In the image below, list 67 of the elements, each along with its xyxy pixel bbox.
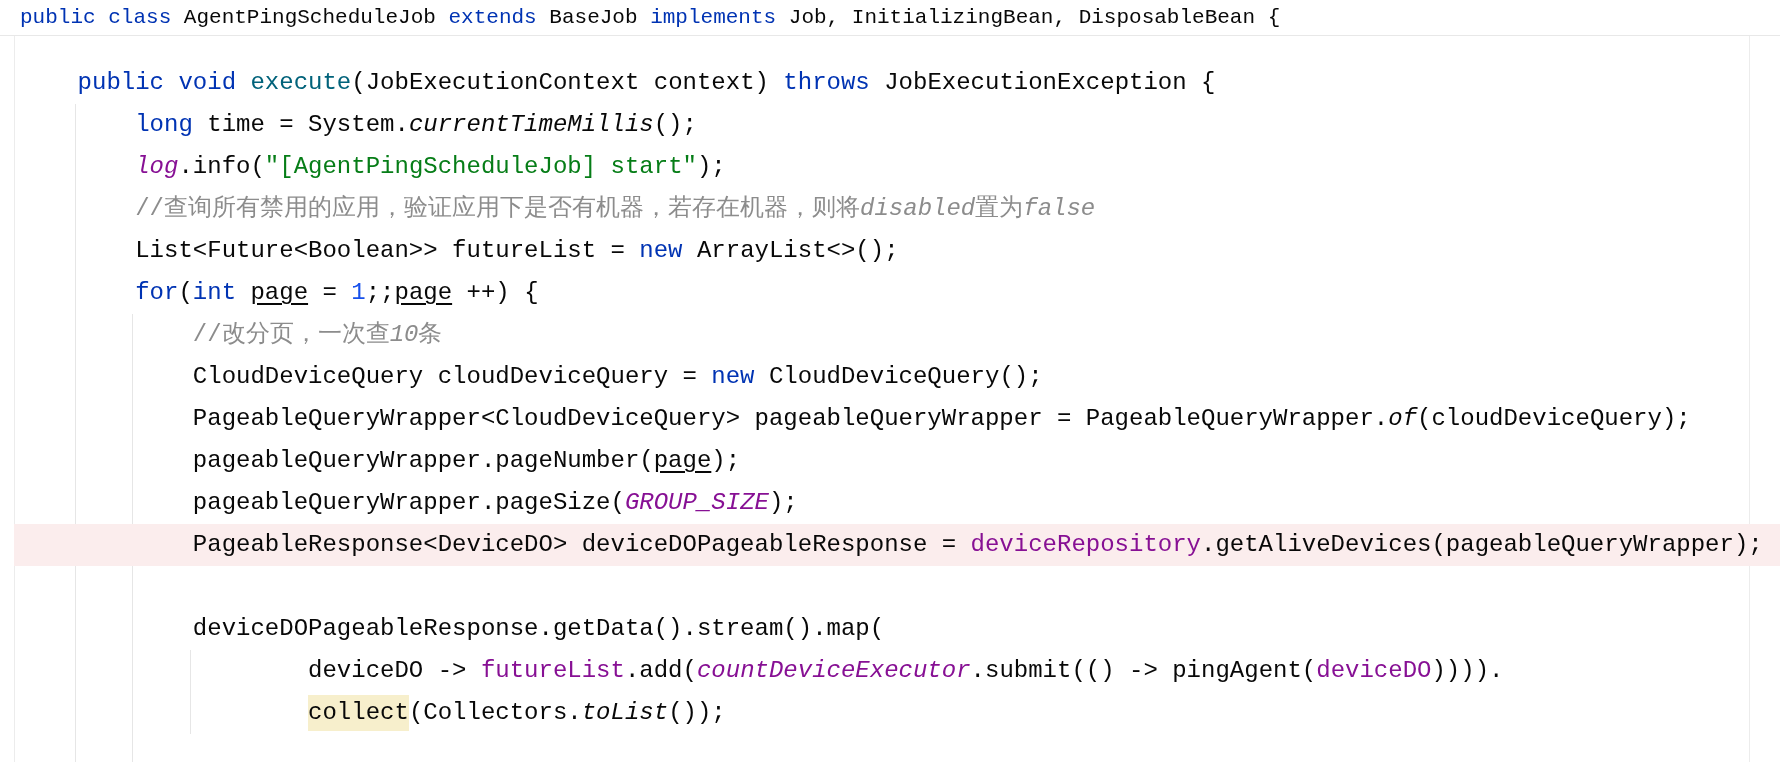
keyword: implements	[650, 4, 777, 31]
code-text: (JobExecutionContext context)	[351, 68, 770, 98]
keyword: for	[135, 278, 179, 308]
code-text: (	[178, 278, 193, 308]
code-text: );	[768, 488, 798, 518]
code-text: ());	[668, 698, 726, 728]
number-literal: 1	[351, 278, 366, 308]
code-comment: 10	[389, 320, 419, 350]
code-text: List<Future<Boolean>> futureList =	[135, 236, 626, 266]
static-field: GROUP_SIZE	[624, 485, 769, 521]
highlighted-usage: collect	[308, 695, 409, 731]
code-text: .info(	[178, 152, 265, 182]
code-text: .add(	[624, 656, 697, 686]
code-comment: false	[1023, 194, 1096, 224]
code-text: ArrayList<>();	[696, 236, 899, 266]
code-text: (cloudDeviceQuery);	[1417, 404, 1691, 434]
code-text: pageableQueryWrapper.pageNumber(	[192, 446, 654, 476]
keyword: new	[711, 362, 755, 392]
field-reference: deviceDO	[1316, 656, 1432, 686]
code-text: ;;	[365, 278, 395, 308]
code-text: (Collectors.	[408, 698, 582, 728]
keyword: int	[192, 278, 238, 308]
code-comment: //改分页，一次查	[192, 320, 390, 350]
code-comment: disabled	[860, 194, 976, 224]
keyword: long	[135, 110, 193, 140]
code-text: deviceDOPageableResponse.getData().stream().map(	[192, 614, 885, 644]
code-text: PageableQueryWrapper<CloudDeviceQuery> pageableQueryWrapper = PageableQueryWrapper.	[192, 404, 1389, 434]
keyword: void	[178, 68, 238, 98]
static-field: log	[135, 149, 179, 185]
code-text: pageableQueryWrapper.pageSize(	[192, 488, 625, 518]
field-reference: futureList	[480, 656, 625, 686]
keyword: new	[639, 236, 683, 266]
code-comment: 条	[418, 320, 443, 350]
code-text: AgentPingScheduleJob	[183, 4, 437, 31]
keyword: public	[20, 4, 97, 31]
keyword: extends	[448, 4, 537, 31]
code-text: PageableResponse<DeviceDO> deviceDOPageableResponse =	[192, 530, 958, 560]
string-literal: "[AgentPingScheduleJob] start"	[264, 152, 697, 182]
method-name: execute	[250, 68, 352, 98]
static-field: countDeviceExecutor	[696, 653, 971, 689]
code-text: );	[711, 446, 741, 476]
keyword: public	[77, 68, 166, 98]
static-method-call: currentTimeMillis	[408, 110, 654, 140]
keyword: class	[108, 4, 172, 31]
code-text: .getAliveDevices(pageableQueryWrapper);	[1201, 530, 1763, 560]
code-text: .submit(() -> pingAgent(	[970, 656, 1317, 686]
field-reference: deviceRepository	[970, 530, 1201, 560]
variable-reference: page	[653, 446, 712, 476]
code-text: BaseJob	[549, 4, 639, 31]
code-text: deviceDO ->	[308, 656, 468, 686]
code-text: time = System.	[207, 110, 409, 140]
code-text: JobExecutionException {	[884, 68, 1216, 98]
code-text: )))).	[1431, 656, 1504, 686]
code-comment: //查询所有禁用的应用，验证应用下是否有机器，若存在机器，则将	[135, 194, 861, 224]
variable-reference: page	[250, 278, 309, 308]
code-text: CloudDeviceQuery();	[768, 362, 1043, 392]
keyword: throws	[783, 68, 870, 98]
code-text: ++) {	[466, 278, 539, 308]
static-method-call: toList	[581, 698, 669, 728]
code-text: CloudDeviceQuery cloudDeviceQuery =	[192, 362, 698, 392]
code-text: Job, InitializingBean, DisposableBean {	[788, 4, 1281, 31]
variable-reference: page	[394, 278, 453, 308]
code-text: ();	[653, 110, 697, 140]
code-text: =	[322, 278, 338, 308]
code-comment: 置为	[975, 194, 1024, 224]
static-method-call: of	[1388, 404, 1418, 434]
code-text: );	[696, 152, 726, 182]
